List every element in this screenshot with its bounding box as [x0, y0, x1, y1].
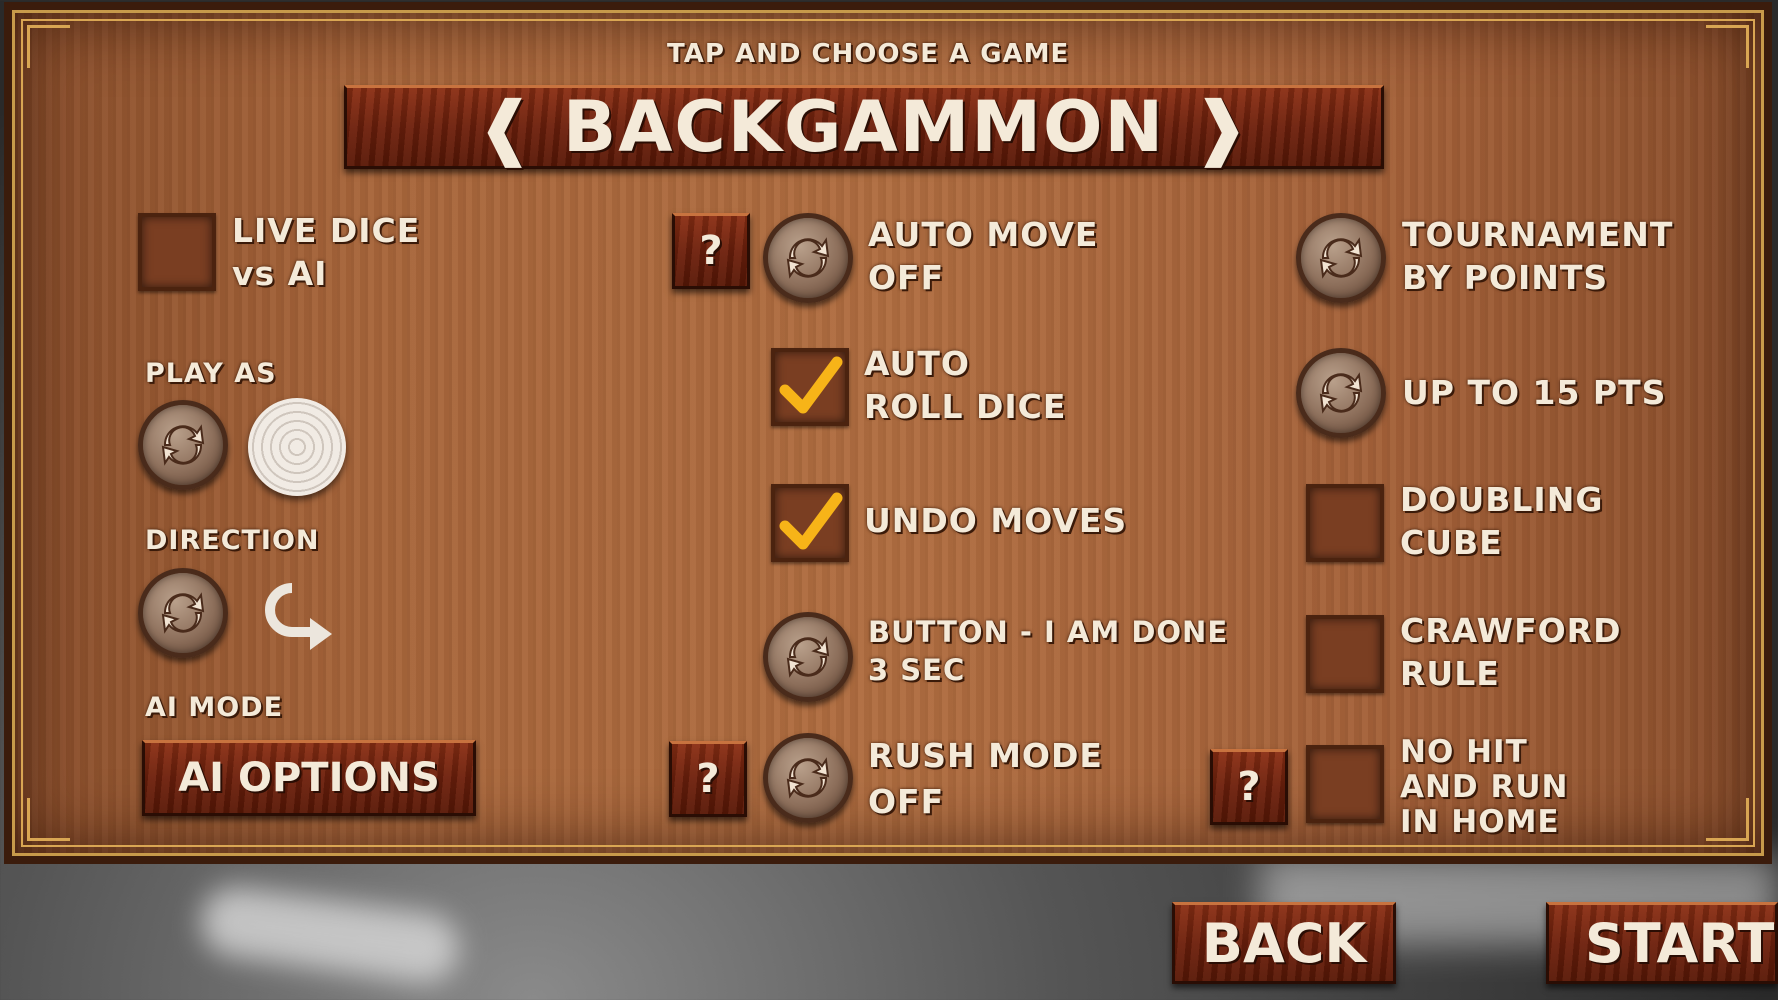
- rush-mode-cycle-button[interactable]: [763, 733, 853, 823]
- points-label: UP TO 15 PTS: [1402, 373, 1667, 412]
- direction-cycle-button[interactable]: [138, 568, 228, 658]
- direction-label: DIRECTION: [145, 525, 320, 556]
- auto-move-help-button[interactable]: ?: [672, 213, 750, 289]
- done-button-label: BUTTON - I AM DONE 3 SEC: [868, 615, 1229, 687]
- ai-options-button[interactable]: AI OPTIONS: [142, 740, 476, 816]
- refresh-cycle-icon: [161, 424, 205, 466]
- live-dice-label: LIVE DICE vs AI: [232, 211, 421, 293]
- auto-roll-label: AUTO ROLL DICE: [864, 344, 1067, 426]
- refresh-cycle-icon: [1319, 237, 1363, 279]
- refresh-cycle-icon: [786, 636, 830, 678]
- no-hit-checkbox[interactable]: [1306, 745, 1384, 823]
- no-hit-help-button[interactable]: ?: [1210, 749, 1288, 825]
- tournament-label: TOURNAMENT BY POINTS: [1402, 215, 1674, 297]
- game-selector[interactable]: ❰ BACKGAMMON ❱: [344, 85, 1384, 169]
- doubling-cube-label: DOUBLING CUBE: [1400, 480, 1604, 562]
- doubling-cube-checkbox[interactable]: [1306, 484, 1384, 562]
- refresh-cycle-icon: [1319, 372, 1363, 414]
- corner-ornament: [27, 25, 70, 68]
- corner-ornament: [27, 798, 70, 841]
- live-dice-checkbox[interactable]: [138, 213, 216, 291]
- auto-roll-checkbox[interactable]: [771, 348, 849, 426]
- crawford-label: CRAWFORD RULE: [1400, 611, 1622, 693]
- rush-mode-label: RUSH MODE OFF: [868, 736, 1103, 822]
- checkmark-icon: [779, 356, 843, 414]
- corner-ornament: [1706, 25, 1749, 68]
- ai-mode-label: AI MODE: [145, 692, 284, 723]
- done-button-cycle-button[interactable]: [763, 612, 853, 702]
- white-checker-piece: [248, 398, 346, 496]
- refresh-cycle-icon: [786, 757, 830, 799]
- corner-ornament: [1706, 798, 1749, 841]
- rush-mode-help-button[interactable]: ?: [669, 741, 747, 817]
- crawford-checkbox[interactable]: [1306, 615, 1384, 693]
- points-cycle-button[interactable]: [1296, 348, 1386, 438]
- checkmark-icon: [779, 492, 843, 550]
- tournament-cycle-button[interactable]: [1296, 213, 1386, 303]
- auto-move-label: AUTO MOVE OFF: [868, 215, 1099, 297]
- play-as-cycle-button[interactable]: [138, 400, 228, 490]
- choose-game-subtitle: TAP AND CHOOSE A GAME: [667, 39, 1070, 69]
- undo-moves-label: UNDO MOVES: [864, 501, 1128, 540]
- back-button[interactable]: BACK: [1172, 902, 1396, 984]
- play-as-label: PLAY AS: [145, 358, 277, 389]
- start-button[interactable]: START: [1546, 902, 1778, 984]
- refresh-cycle-icon: [161, 592, 205, 634]
- background-blur: [196, 882, 464, 988]
- auto-move-cycle-button[interactable]: [763, 213, 853, 303]
- curved-arrow-icon: [265, 583, 332, 650]
- undo-moves-checkbox[interactable]: [771, 484, 849, 562]
- no-hit-label: NO HIT AND RUN IN HOME: [1400, 734, 1569, 841]
- refresh-cycle-icon: [786, 237, 830, 279]
